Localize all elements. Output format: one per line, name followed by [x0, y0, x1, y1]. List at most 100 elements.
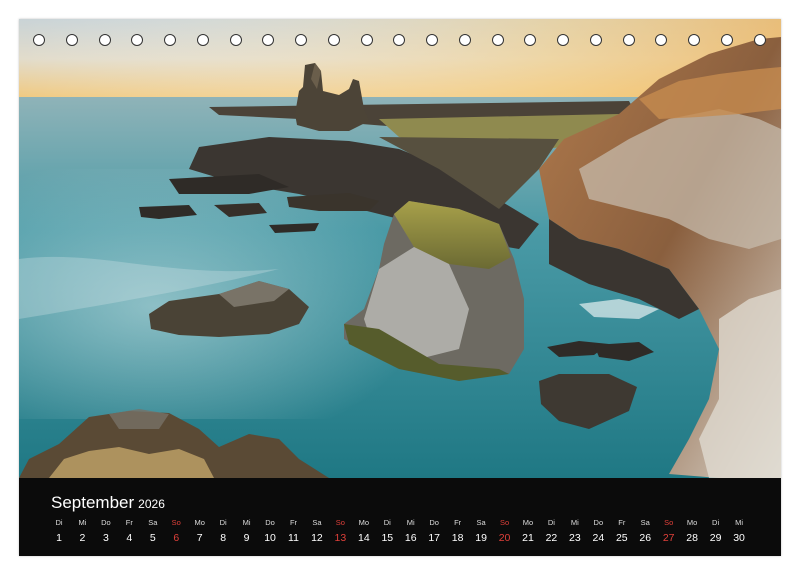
weekday-label: Sa: [148, 518, 158, 527]
weekday-label: Mo: [194, 518, 205, 527]
day-cell: Di 1: [48, 518, 70, 548]
weekday-label: Mi: [570, 518, 579, 527]
day-cell: Fr 25: [611, 518, 633, 548]
weekday-label: So: [499, 518, 510, 527]
day-number: 15: [381, 532, 394, 544]
binding-ring: [524, 34, 537, 46]
weekday-label: So: [335, 518, 345, 527]
weekday-label: Sa: [476, 518, 486, 527]
day-number: 11: [288, 532, 299, 544]
day-cell: Do 17: [423, 518, 445, 548]
day-cell: Di 22: [540, 518, 562, 548]
binding-ring: [720, 34, 733, 46]
binding-ring: [327, 34, 340, 46]
day-number: 29: [709, 532, 722, 544]
month-name: September: [51, 493, 135, 512]
binding-ring: [753, 34, 766, 46]
weekday-label: Mi: [78, 518, 87, 527]
weekday-label: Mi: [242, 518, 251, 527]
day-number: 2: [79, 532, 86, 544]
weekday-label: Fr: [289, 518, 298, 527]
weekday-label: Do: [593, 518, 604, 527]
day-cell: So 6: [165, 518, 187, 548]
day-cell: Sa 5: [142, 518, 164, 548]
landscape-photo: [19, 19, 781, 478]
day-number: 25: [615, 532, 628, 544]
day-cell: Sa 12: [306, 518, 328, 548]
day-cell: Di 29: [705, 518, 727, 548]
day-number: 24: [592, 532, 605, 544]
day-cell: Mo 14: [353, 518, 375, 548]
day-number: 3: [102, 532, 109, 544]
day-number: 4: [126, 532, 133, 544]
day-number: 12: [311, 532, 323, 544]
day-cell: Do 3: [95, 518, 117, 548]
weekday-label: Di: [383, 518, 391, 527]
day-number: 28: [686, 532, 698, 544]
weekday-label: So: [171, 518, 181, 527]
day-number: 5: [149, 532, 156, 544]
weekday-label: Mo: [522, 518, 534, 527]
weekday-label: Do: [101, 518, 111, 527]
weekday-label: Mi: [735, 518, 743, 527]
binding-ring: [622, 34, 635, 46]
day-cell: Mo 21: [517, 518, 539, 548]
weekday-label: So: [664, 518, 674, 527]
day-cell: Mi 23: [564, 518, 586, 548]
day-cell: So 27: [658, 518, 680, 548]
day-cell: Di 15: [376, 518, 398, 548]
day-cell: Mi 16: [400, 518, 422, 548]
binding-ring: [131, 34, 144, 46]
year-label: 2026: [138, 497, 165, 511]
day-number: 14: [358, 532, 370, 544]
weekday-label: Di: [219, 518, 227, 527]
binding-ring: [98, 34, 111, 46]
calendar-page: September 2026 Di 1 Mi 2 Do 3 Fr 4 Sa 5 So 6 Mo 7 Di 8 Mi…: [19, 19, 781, 556]
day-number: 9: [243, 532, 250, 544]
day-cell: Fr 11: [283, 518, 305, 548]
day-number: 23: [569, 532, 581, 544]
day-number: 18: [451, 532, 464, 544]
day-cell: Fr 18: [447, 518, 469, 548]
weekday-label: Mi: [406, 518, 415, 527]
day-number: 20: [498, 532, 511, 544]
binding-ring: [229, 34, 242, 46]
calendar-bar: September 2026 Di 1 Mi 2 Do 3 Fr 4 Sa 5 So 6 Mo 7 Di 8 Mi…: [19, 478, 781, 556]
binding-ring: [589, 34, 602, 46]
day-number: 17: [428, 532, 441, 544]
weekday-label: Sa: [640, 518, 650, 527]
binding-ring: [393, 34, 406, 46]
day-number: 13: [334, 532, 347, 544]
weekday-label: Mo: [358, 518, 370, 527]
binding-ring: [655, 34, 668, 46]
day-cell: Fr 4: [118, 518, 140, 548]
binding-ring: [196, 34, 209, 46]
day-number: 7: [196, 532, 203, 544]
day-cell: Mi 9: [236, 518, 258, 548]
day-cell: So 20: [494, 518, 516, 548]
day-number: 6: [173, 532, 180, 544]
binding-ring: [688, 34, 700, 46]
day-number: 21: [522, 532, 534, 544]
binding-ring: [458, 34, 471, 46]
binding-ring: [426, 34, 438, 46]
day-cell: Di 8: [212, 518, 234, 548]
day-number: 16: [404, 532, 417, 544]
day-cell: So 13: [329, 518, 351, 548]
binding-ring: [164, 34, 176, 46]
weekday-label: Do: [265, 518, 275, 527]
binding-ring: [557, 34, 569, 46]
spiral-binding: [19, 34, 781, 50]
day-strip: Di 1 Mi 2 Do 3 Fr 4 Sa 5 So 6 Mo 7 Di 8 Mi 9 Do 10 Fr 11 Sa 12 S…: [48, 518, 759, 552]
day-number: 8: [220, 532, 227, 544]
weekday-label: Do: [429, 518, 439, 527]
day-cell: Mi 30: [728, 518, 750, 548]
day-number: 22: [545, 532, 558, 544]
weekday-label: Di: [712, 518, 720, 527]
binding-ring: [262, 34, 275, 46]
day-number: 30: [733, 532, 745, 544]
weekday-label: Fr: [125, 518, 133, 527]
weekday-label: Di: [547, 518, 555, 527]
day-number: 19: [475, 532, 487, 544]
binding-ring: [65, 34, 78, 46]
